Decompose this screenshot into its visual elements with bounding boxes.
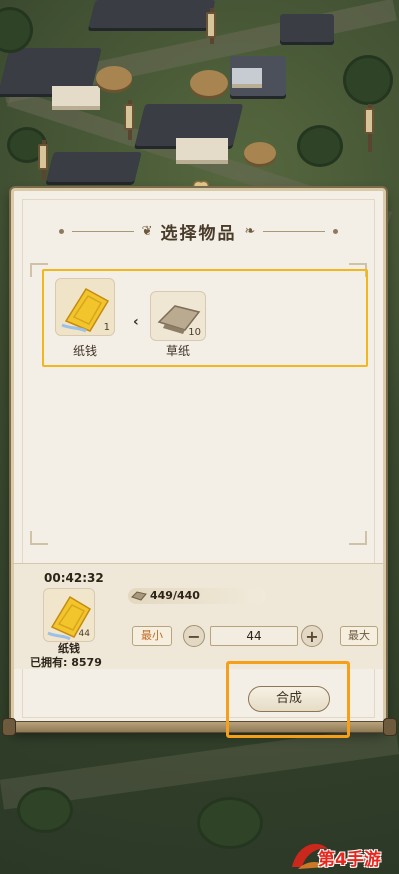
item-label: 草纸 bbox=[165, 344, 190, 358]
owned-count: 已拥有: 8579 bbox=[30, 656, 102, 669]
plus-icon: + bbox=[305, 626, 319, 646]
house-roof bbox=[46, 152, 142, 182]
straw-paper-icon bbox=[131, 591, 147, 601]
max-quantity-button[interactable]: 最大 bbox=[340, 626, 378, 646]
craft-timer: 00:42:32 bbox=[44, 571, 104, 585]
product-slot: 44 bbox=[43, 588, 95, 642]
quantity-field[interactable]: 44 bbox=[210, 626, 298, 646]
chevron-left-icon: ‹ bbox=[133, 314, 139, 330]
product-count: 44 bbox=[78, 629, 90, 639]
corner-ornament bbox=[30, 531, 48, 545]
item-slot-straw-paper[interactable]: 10 bbox=[150, 291, 206, 341]
increase-button[interactable]: + bbox=[301, 625, 323, 647]
title-ornament-icon: ❦ bbox=[141, 223, 153, 239]
corner-ornament bbox=[349, 531, 367, 545]
item-label: 纸钱 bbox=[72, 344, 97, 358]
minus-icon: − bbox=[187, 626, 201, 646]
item-count: 10 bbox=[188, 327, 201, 338]
dialog-title: 选择物品 bbox=[160, 223, 237, 244]
item-slot-paper-money[interactable]: 1 bbox=[55, 278, 115, 336]
min-quantity-button[interactable]: 最小 bbox=[132, 626, 172, 646]
decrease-button[interactable]: − bbox=[183, 625, 205, 647]
synthesize-button[interactable]: 合成 bbox=[248, 686, 330, 712]
item-count: 1 bbox=[103, 322, 110, 333]
site-watermark-text: 第4手游 bbox=[318, 850, 381, 870]
dialog-title-row: ❦ 选择物品 ❧ bbox=[14, 211, 383, 251]
title-ornament-icon: ❧ bbox=[244, 223, 256, 239]
house-roof bbox=[280, 14, 334, 42]
material-amount: 449/440 bbox=[150, 589, 200, 602]
house-roof bbox=[88, 0, 216, 28]
